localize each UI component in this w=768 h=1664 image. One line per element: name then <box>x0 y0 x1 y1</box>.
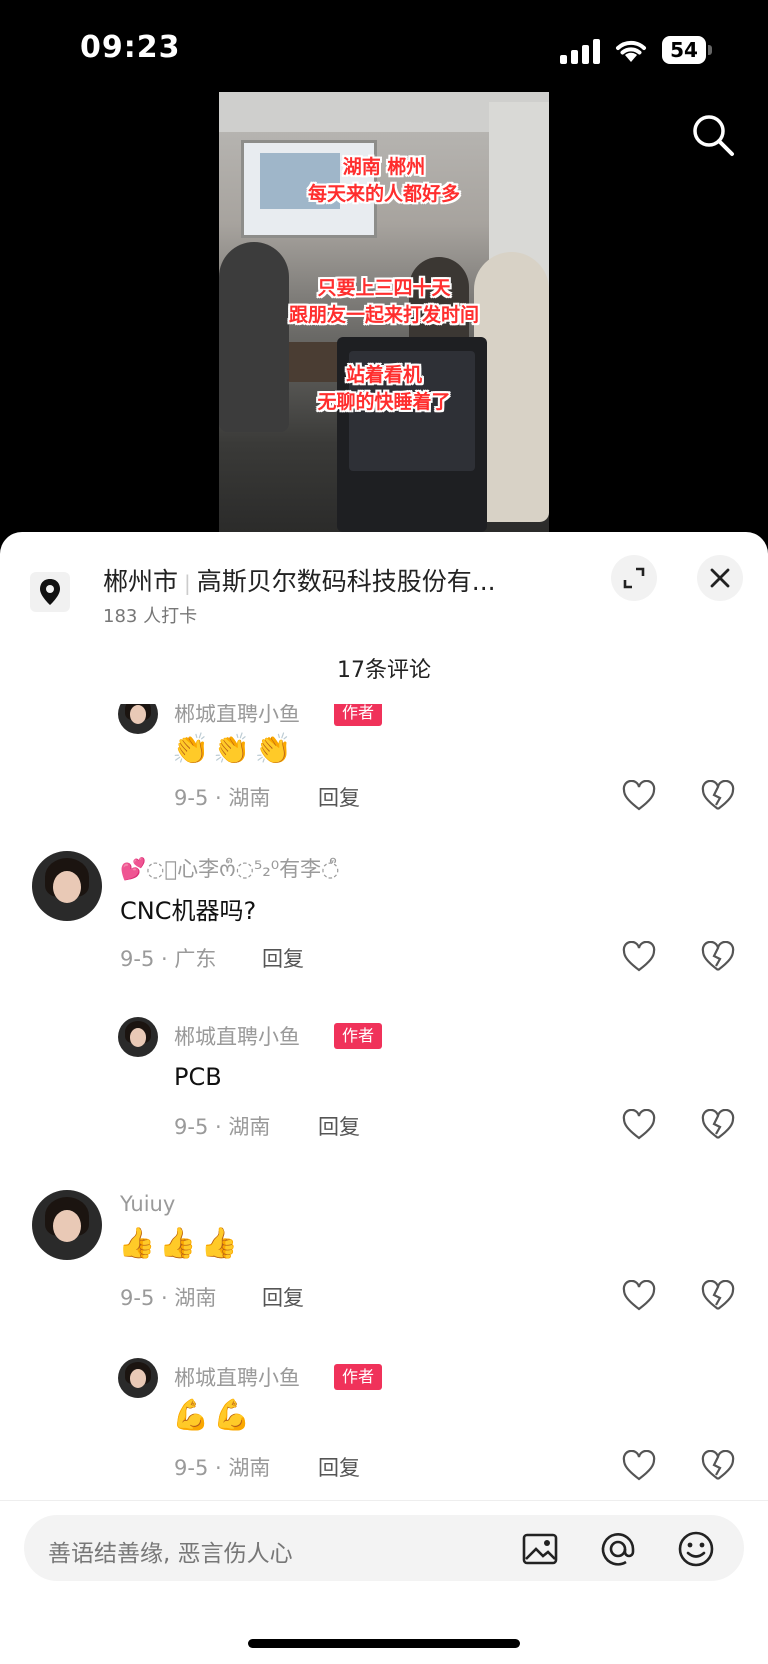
comment-author[interactable]: 💕◌ᩧ心李ოᩧ◌⁵₂⁰有李◌ᩧ <box>120 853 340 887</box>
heart-icon[interactable] <box>622 780 656 812</box>
reply-button[interactable]: 回复 <box>262 1282 304 1312</box>
heart-icon[interactable] <box>622 1109 656 1141</box>
author-badge: 作者 <box>334 1364 383 1390</box>
comment-text: CNC机器吗? <box>120 897 257 925</box>
cellular-signal-icon <box>560 38 602 64</box>
comment-author[interactable]: 郴城直聘小鱼 <box>174 1362 300 1392</box>
broken-heart-icon[interactable] <box>701 780 735 812</box>
image-icon[interactable] <box>520 1529 560 1569</box>
heart-icon[interactable] <box>622 1450 656 1482</box>
location-place: 高斯贝尔数码科技股份有... <box>196 567 496 596</box>
comment-count: 17条评论 <box>337 658 431 683</box>
broken-heart-icon[interactable] <box>701 1109 735 1141</box>
status-bar: 09:23 54 <box>0 0 768 156</box>
reply-button[interactable]: 回复 <box>318 782 360 812</box>
wifi-icon <box>616 40 646 62</box>
avatar[interactable] <box>118 1017 158 1057</box>
comment-date-region: 9-5 · 湖南 <box>120 1286 217 1310</box>
comment-author[interactable]: 郴城直聘小鱼 <box>174 1021 300 1051</box>
overlay-line: 站着看机 <box>345 364 422 386</box>
heart-icon[interactable] <box>622 1280 656 1312</box>
broken-heart-icon[interactable] <box>701 941 735 973</box>
comment-list[interactable]: 郴城直聘小鱼 作者 👏👏👏 9-5 · 湖南 回复 💕◌ᩧ心李ოᩧ◌⁵₂⁰有李◌… <box>0 704 768 1510</box>
comment-sheet: 郴州市 | 高斯贝尔数码科技股份有... 183 人打卡 17条评论 郴城直聘小鱼 … <box>0 532 768 1664</box>
avatar[interactable] <box>118 1358 158 1398</box>
author-badge: 作者 <box>334 704 383 726</box>
reply-button[interactable]: 回复 <box>318 1452 360 1482</box>
overlay-line: 无聊的快睡着了 <box>317 391 451 413</box>
overlay-line: 只要上三四十天 <box>317 277 451 299</box>
comment-date-region: 9-5 · 湖南 <box>174 1456 271 1480</box>
location-title[interactable]: 郴州市 | 高斯贝尔数码科技股份有... <box>103 562 496 598</box>
comment-emoji: 👏👏👏 <box>172 732 297 767</box>
home-indicator[interactable] <box>248 1639 520 1648</box>
comment-emoji: 💪💪 <box>172 1398 255 1433</box>
overlay-line: 每天来的人都好多 <box>307 183 460 205</box>
comment-author[interactable]: Yuiuy <box>120 1192 175 1216</box>
heart-icon[interactable] <box>622 941 656 973</box>
expand-button[interactable] <box>611 555 657 601</box>
emoji-icon[interactable] <box>676 1529 716 1569</box>
comment-date-region: 9-5 · 湖南 <box>174 786 271 810</box>
comment-emoji: 👍👍👍 <box>118 1226 243 1261</box>
location-checkins: 183 人打卡 <box>103 606 198 627</box>
author-badge: 作者 <box>334 1023 383 1049</box>
reply-button[interactable]: 回复 <box>318 1111 360 1141</box>
close-button[interactable] <box>697 555 743 601</box>
avatar[interactable] <box>32 851 102 921</box>
avatar[interactable] <box>32 1190 102 1260</box>
battery-level: 54 <box>662 36 706 64</box>
comment-input-placeholder: 善语结善缘, 恶言伤人心 <box>48 1541 293 1567</box>
search-icon[interactable] <box>690 112 736 158</box>
battery-icon: 54 <box>662 36 712 64</box>
broken-heart-icon[interactable] <box>701 1280 735 1312</box>
expand-icon <box>623 567 645 589</box>
comment-author[interactable]: 郴城直聘小鱼 <box>174 704 300 728</box>
avatar[interactable] <box>118 704 158 734</box>
close-icon <box>710 568 730 588</box>
overlay-line: 跟朋友一起来打发时间 <box>288 304 479 326</box>
reply-button[interactable]: 回复 <box>262 943 304 973</box>
location-city: 郴州市 <box>103 567 179 596</box>
location-pin-icon <box>30 572 70 612</box>
overlay-line: 湖南 郴州 <box>342 156 426 178</box>
broken-heart-icon[interactable] <box>701 1450 735 1482</box>
comment-date-region: 9-5 · 广东 <box>120 947 217 971</box>
comment-text: PCB <box>174 1063 222 1091</box>
at-icon[interactable] <box>598 1529 638 1569</box>
status-time: 09:23 <box>80 30 181 65</box>
comment-input[interactable]: 善语结善缘, 恶言伤人心 <box>24 1515 744 1581</box>
comment-date-region: 9-5 · 湖南 <box>174 1115 271 1139</box>
video-player[interactable]: 湖南 郴州 每天来的人都好多 只要上三四十天 跟朋友一起来打发时间 站着看机 无… <box>219 92 549 532</box>
